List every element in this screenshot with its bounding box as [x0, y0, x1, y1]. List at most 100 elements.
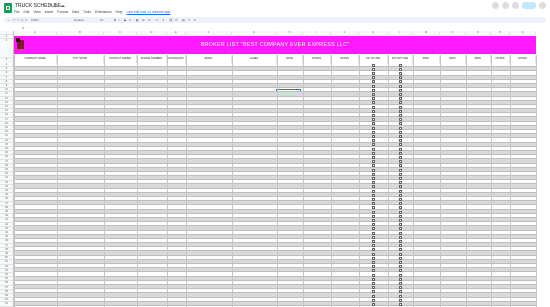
row-checkbox[interactable]	[372, 210, 375, 214]
data-rows[interactable]	[14, 63, 536, 306]
align-icon[interactable]: ≡	[156, 18, 158, 22]
row-checkbox[interactable]	[372, 130, 375, 134]
font-select[interactable]: Default	[74, 18, 84, 22]
cloud-icon[interactable]: ☁	[60, 3, 65, 9]
column-header-g[interactable]: G	[232, 31, 277, 35]
row-checkbox[interactable]	[372, 256, 375, 260]
row-checkbox[interactable]	[372, 168, 375, 172]
row-checkbox[interactable]	[399, 72, 402, 75]
share-button[interactable]	[522, 2, 536, 9]
row-checkbox[interactable]	[372, 72, 375, 75]
row-checkbox[interactable]	[372, 265, 375, 269]
header-cell-notes[interactable]: NOTES	[510, 55, 536, 63]
row-checkbox[interactable]	[372, 164, 375, 168]
header-cell-notes[interactable]: NOTES	[331, 55, 359, 63]
row-checkbox[interactable]	[372, 147, 375, 151]
broker-list-banner[interactable]: BROKER LIST "BEST COMPANY EVER EXPRESS L…	[14, 36, 536, 54]
column-header-m[interactable]: M	[413, 31, 440, 35]
row-checkbox[interactable]	[372, 177, 375, 180]
header-cell-extension[interactable]: EXTENSION	[167, 55, 186, 63]
row-checkbox[interactable]	[372, 298, 375, 302]
row-checkbox[interactable]	[399, 84, 402, 88]
row-checkbox[interactable]	[399, 235, 402, 239]
row-checkbox[interactable]	[372, 126, 375, 130]
column-header-i[interactable]: I	[303, 31, 331, 35]
row-checkbox[interactable]	[372, 219, 375, 222]
row-checkbox[interactable]	[399, 290, 402, 294]
menu-item-view[interactable]: View	[33, 10, 40, 14]
paint-format-icon[interactable]: ✎	[25, 18, 28, 22]
row-checkbox[interactable]	[399, 80, 402, 84]
row-checkbox[interactable]	[372, 248, 375, 252]
row-checkbox[interactable]	[399, 298, 402, 302]
fill-color-icon[interactable]: ◧	[136, 18, 139, 22]
spreadsheet-grid[interactable]: BROKER LIST "BEST COMPANY EVER EXPRESS L…	[0, 31, 550, 307]
header-cell-phone-number[interactable]: PHONE NUMBER	[137, 55, 167, 63]
comment-add-icon[interactable]: ✉	[175, 18, 178, 22]
row-checkbox[interactable]	[399, 252, 402, 256]
header-cell-misc[interactable]: MISC	[413, 55, 440, 63]
row-checkbox[interactable]	[399, 248, 402, 252]
row-checkbox[interactable]	[399, 143, 402, 147]
row-checkbox[interactable]	[372, 282, 375, 285]
column-header-f[interactable]: F	[186, 31, 232, 35]
header-cell-lanes[interactable]: LANES	[232, 55, 277, 63]
row-checkbox[interactable]	[399, 198, 402, 201]
sheets-logo-icon[interactable]	[4, 3, 12, 13]
row-checkbox[interactable]	[372, 135, 375, 138]
history-icon[interactable]	[492, 2, 499, 9]
row-checkbox[interactable]	[372, 109, 375, 113]
column-header-n[interactable]: N	[440, 31, 466, 35]
row-checkbox[interactable]	[372, 189, 375, 193]
row-checkbox[interactable]	[399, 244, 402, 248]
row-checkbox[interactable]	[372, 156, 375, 159]
row-checkbox[interactable]	[399, 206, 402, 210]
row-checkbox[interactable]	[399, 265, 402, 269]
row-checkbox[interactable]	[399, 261, 402, 264]
row-checkbox[interactable]	[399, 168, 402, 172]
row-checkbox[interactable]	[399, 256, 402, 260]
row-checkbox[interactable]	[399, 172, 402, 176]
row-checkbox[interactable]	[372, 261, 375, 264]
row-checkbox[interactable]	[372, 139, 375, 143]
header-cell-do-not-use[interactable]: DO NOT USE	[388, 55, 413, 63]
row-checkbox[interactable]	[372, 122, 375, 126]
header-cell-notes[interactable]: NOTES	[303, 55, 331, 63]
row-checkbox[interactable]	[399, 294, 402, 298]
row-checkbox[interactable]	[399, 189, 402, 193]
row-checkbox[interactable]	[372, 84, 375, 88]
row-checkbox[interactable]	[399, 219, 402, 222]
row-checkbox[interactable]	[372, 240, 375, 243]
row-checkbox[interactable]	[372, 76, 375, 80]
header-cell-contact-names[interactable]: CONTACT NAMES	[104, 55, 137, 63]
column-header-j[interactable]: J	[331, 31, 359, 35]
row-checkbox[interactable]	[399, 139, 402, 143]
row-checkbox[interactable]	[399, 240, 402, 243]
header-cell-rate[interactable]: RATE	[277, 55, 303, 63]
comment-icon[interactable]	[502, 2, 509, 9]
column-header-q[interactable]: Q	[510, 31, 536, 35]
row-checkbox[interactable]	[399, 88, 402, 92]
link-icon[interactable]: ⛓	[169, 18, 173, 22]
functions-icon[interactable]: Σ	[194, 18, 196, 22]
row-checkbox[interactable]	[372, 114, 375, 117]
menu-item-file[interactable]: File	[14, 10, 19, 14]
row-checkbox[interactable]	[399, 105, 402, 109]
column-header-k[interactable]: K	[359, 31, 388, 35]
row-checkbox[interactable]	[372, 97, 375, 101]
row-header[interactable]: 2	[0, 39, 14, 58]
row-checkbox[interactable]	[372, 118, 375, 122]
row-checkbox[interactable]	[399, 101, 402, 105]
italic-icon[interactable]: I	[119, 18, 120, 22]
row-checkbox[interactable]	[399, 164, 402, 168]
row-checkbox[interactable]	[372, 67, 375, 71]
row-checkbox[interactable]	[399, 185, 402, 189]
row-checkbox[interactable]	[399, 202, 402, 206]
row-checkbox[interactable]	[372, 227, 375, 231]
row-checkbox[interactable]	[372, 294, 375, 298]
row-checkbox[interactable]	[372, 198, 375, 201]
star-icon[interactable]: ☆	[48, 3, 52, 9]
row-checkbox[interactable]	[372, 193, 375, 197]
row-checkbox[interactable]	[399, 76, 402, 80]
row-checkbox[interactable]	[399, 231, 402, 235]
